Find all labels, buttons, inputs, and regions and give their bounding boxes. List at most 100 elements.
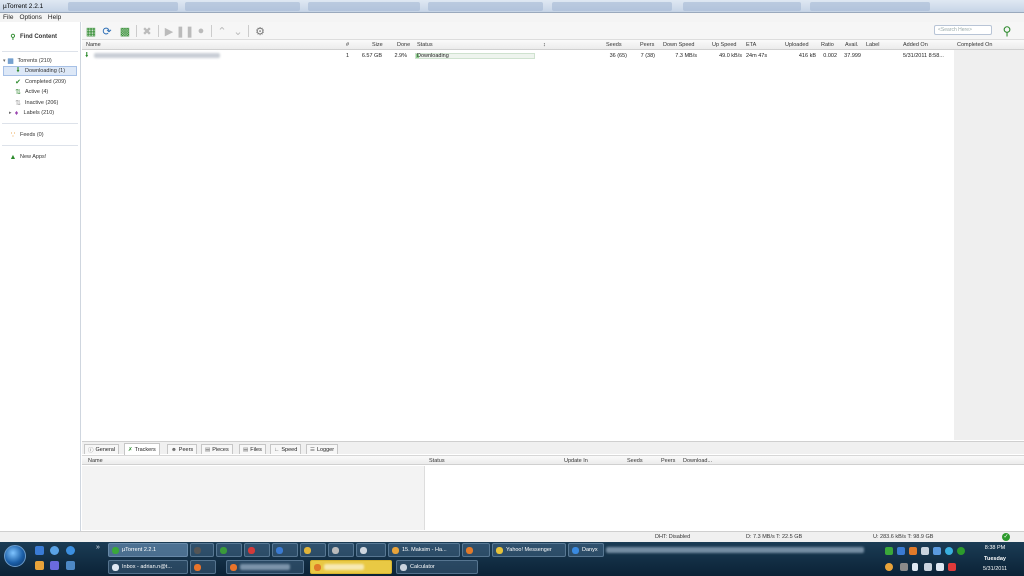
taskbar-firefox[interactable] [190, 560, 216, 574]
pause-icon[interactable]: ❚❚ [176, 24, 194, 38]
volume-icon[interactable] [936, 563, 944, 571]
tab-speed[interactable]: ∟ Speed [270, 444, 302, 454]
column-label[interactable]: Label [866, 42, 879, 48]
column-status[interactable]: Status [417, 42, 433, 48]
column-name[interactable]: Name [86, 42, 101, 48]
quicklaunch-word-icon[interactable] [66, 561, 75, 570]
taskbar-app[interactable] [462, 543, 490, 557]
tray-app-icon[interactable] [933, 547, 941, 555]
taskbar-utorrent[interactable]: µTorrent 2.2.1 [108, 543, 188, 557]
taskbar-media-player[interactable]: 15. Maksim - Ha... [388, 543, 460, 557]
column-avail[interactable]: Avail. [845, 42, 858, 48]
sidebar-item-completed[interactable]: ✔ Completed (209) [14, 77, 66, 87]
taskbar-yahoo-messenger[interactable]: Yahoo! Messenger [492, 543, 566, 557]
sidebar-item-downloading[interactable]: 🠛 Downloading (1) [3, 66, 77, 76]
sidebar-item-feeds[interactable]: ∵ Feeds (0) [9, 130, 44, 140]
clock-day[interactable]: Tuesday [978, 556, 1012, 562]
remove-icon[interactable]: ✖ [140, 24, 154, 38]
browser-icon[interactable] [50, 546, 59, 555]
taskbar-app[interactable] [216, 543, 242, 557]
tab-trackers[interactable]: ✗ Trackers [124, 443, 160, 455]
tray-display-icon[interactable] [924, 563, 932, 571]
taskbar-highlighted-window[interactable] [310, 560, 392, 574]
tray-steam-icon[interactable] [921, 547, 929, 555]
tab-general[interactable]: ⓘ General [84, 444, 120, 454]
taskbar-steam[interactable] [356, 543, 386, 557]
column-seeds[interactable]: Seeds [606, 42, 622, 48]
column-up-speed[interactable]: Up Speed [712, 42, 736, 48]
tab-peers[interactable]: ☻ Peers [167, 444, 198, 454]
taskbar-firefox-window[interactable] [226, 560, 304, 574]
tray-status-icon[interactable] [957, 547, 965, 555]
tray-info-icon[interactable] [945, 547, 953, 555]
tab-pieces[interactable]: ▤ Pieces [201, 444, 233, 454]
column-done[interactable]: Done [397, 42, 410, 48]
column-ratio[interactable]: Ratio [821, 42, 834, 48]
internet-explorer-icon[interactable] [66, 546, 75, 555]
download-rate-status[interactable]: D: 7.3 MB/s T: 22.5 GB [746, 534, 802, 540]
sidebar-item-labels[interactable]: ▸ ♦ Labels (210) [9, 108, 54, 118]
start-icon[interactable]: ▶ [162, 24, 176, 38]
sidebar-item-torrents[interactable]: ▾ ▦ Torrents (210) [3, 56, 52, 66]
network-ok-icon[interactable]: ✓ [1002, 533, 1010, 541]
sidebar-item-inactive[interactable]: ⇅ Inactive (206) [14, 98, 58, 108]
column-size[interactable]: Size [372, 42, 383, 48]
column-tracker-peers[interactable]: Peers [661, 458, 675, 464]
taskbar-app[interactable] [244, 543, 270, 557]
column-tracker-seeds[interactable]: Seeds [627, 458, 643, 464]
find-content-link[interactable]: ⚲ Find Content [9, 32, 57, 42]
column-tracker-name[interactable]: Name [88, 458, 103, 464]
stop-icon[interactable]: ● [194, 24, 208, 38]
taskbar-app[interactable] [300, 543, 326, 557]
move-down-icon[interactable]: ⌄ [231, 24, 245, 38]
taskbar-danyx[interactable]: Danyx [568, 543, 604, 557]
taskbar-app[interactable] [272, 543, 298, 557]
clock-time[interactable]: 8:38 PM [980, 545, 1010, 551]
menu-help[interactable]: Help [45, 13, 64, 22]
tray-app-icon[interactable] [900, 563, 908, 571]
sidebar-item-active[interactable]: ⇅ Active (4) [14, 87, 48, 97]
show-desktop-icon[interactable] [35, 546, 44, 555]
tray-app-icon[interactable] [909, 547, 917, 555]
gear-icon[interactable]: ⚙ [253, 24, 267, 38]
dht-status[interactable]: DHT: Disabled [655, 534, 690, 540]
quicklaunch-overflow-icon[interactable]: » [96, 544, 100, 551]
add-url-icon[interactable]: ⟳ [100, 24, 114, 38]
upload-rate-status[interactable]: U: 283.6 kB/s T: 98.9 GB [873, 534, 933, 540]
quicklaunch-app-icon[interactable] [50, 561, 59, 570]
menu-options[interactable]: Options [16, 13, 44, 22]
clock-date[interactable]: 5/31/2011 [978, 566, 1012, 572]
column-sort[interactable]: ↕ [543, 42, 546, 48]
column-update-in[interactable]: Update In [564, 458, 588, 464]
taskbar-app[interactable] [190, 543, 214, 557]
tray-alert-icon[interactable] [948, 563, 956, 571]
column-peers[interactable]: Peers [640, 42, 654, 48]
column-completed-on[interactable]: Completed On [957, 42, 992, 48]
quicklaunch-folder-icon[interactable] [35, 561, 44, 570]
create-torrent-icon[interactable]: ▩ [118, 24, 132, 38]
start-button[interactable] [4, 545, 26, 567]
chevron-right-icon[interactable]: ▸ [9, 110, 12, 116]
tray-flag-icon[interactable] [912, 563, 918, 571]
column-added-on[interactable]: Added On [903, 42, 928, 48]
column-down-speed[interactable]: Down Speed [663, 42, 695, 48]
column-number[interactable]: # [346, 42, 349, 48]
column-eta[interactable]: ETA [746, 42, 756, 48]
taskbar-app[interactable] [328, 543, 354, 557]
column-uploaded[interactable]: Uploaded [785, 42, 809, 48]
tray-network-icon[interactable] [897, 547, 905, 555]
tray-utorrent-icon[interactable] [885, 547, 893, 555]
taskbar-inbox[interactable]: Inbox - adrian.n@t... [108, 560, 188, 574]
search-input[interactable]: <Search Here> [934, 25, 992, 35]
column-tracker-status[interactable]: Status [429, 458, 445, 464]
chevron-down-icon[interactable]: ▾ [3, 58, 6, 64]
tab-logger[interactable]: ☰ Logger [306, 444, 339, 454]
tab-files[interactable]: ▤ Files [239, 444, 266, 454]
column-tracker-download[interactable]: Download... [683, 458, 712, 464]
move-up-icon[interactable]: ⌃ [215, 24, 229, 38]
tray-app-icon[interactable] [885, 563, 893, 571]
search-icon[interactable]: ⚲ [1000, 24, 1014, 38]
taskbar-calculator[interactable]: Calculator [396, 560, 478, 574]
sidebar-item-new-apps[interactable]: ▲ New Apps! [9, 152, 47, 162]
table-row[interactable]: 🠛 1 6.57 GB 2.9% Downloading 36 (65) 7 (… [82, 51, 1024, 61]
